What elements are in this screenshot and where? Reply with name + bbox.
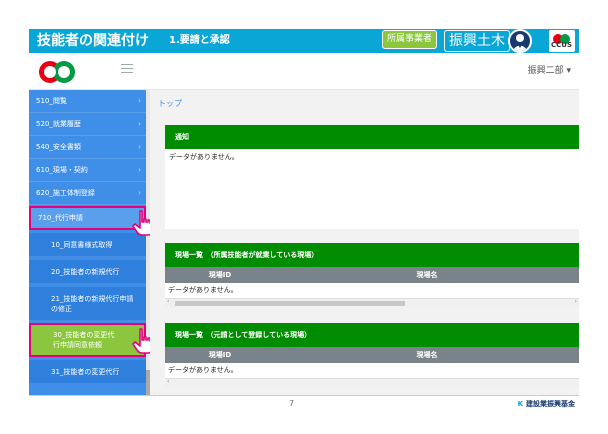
- slide-footer: 7 K 建設業振興基金: [29, 395, 579, 412]
- sidebar-item-label: 610_現場・契約: [36, 166, 88, 174]
- chevron-right-icon: ›: [138, 97, 141, 105]
- chevron-right-icon: ›: [138, 166, 141, 174]
- foundation-name: 建設業振興基金: [526, 400, 575, 408]
- sidebar-subitem-31[interactable]: 31_技能者の変更代行: [29, 360, 146, 384]
- worker-avatar-icon: [508, 29, 532, 53]
- sidebar-subitem-label: 31_技能者の変更代行: [51, 367, 120, 376]
- affiliation-name: 振興土木: [444, 30, 510, 52]
- sidebar-subitem-21[interactable]: 21_技能者の新規代行申請の修正: [29, 287, 146, 321]
- notice-empty-text: データがありません。: [169, 153, 239, 161]
- page: 技能者の関連付け 1.要請と承認 所属事業者 振興土木 CCUS 振興二部 ▾ …: [0, 0, 608, 434]
- chevron-right-icon: ›: [138, 143, 141, 151]
- sidebar-item-620[interactable]: 620_施工体制登録 ›: [29, 182, 146, 205]
- scroll-left-icon[interactable]: ‹: [167, 298, 169, 305]
- sidebar-item-540[interactable]: 540_安全書類 ›: [29, 136, 146, 159]
- scroll-right-icon[interactable]: ›: [575, 298, 577, 305]
- scroll-left-icon[interactable]: ‹: [167, 378, 169, 385]
- sites-employed-title: 現場一覧 （所属技能者が就業している現場）: [165, 243, 579, 267]
- sidebar-subitem-label: 30_技能者の変更代行申請同意依頼: [53, 331, 115, 349]
- slide-banner: 技能者の関連付け 1.要請と承認 所属事業者 振興土木 CCUS: [29, 29, 579, 53]
- sidebar-item-label: 710_代行申請: [38, 214, 83, 222]
- main-content: トップ 通知 データがありません。 現場一覧 （所属技能者が就業している現場） …: [150, 90, 579, 395]
- banner-subtitle: 1.要請と承認: [169, 35, 230, 46]
- ccus-text: CCUS: [551, 41, 572, 49]
- column-header-site-name[interactable]: 現場名: [275, 347, 579, 363]
- sidebar-item-label: 520_就業履歴: [36, 120, 81, 128]
- sites-prime-panel: 現場一覧 （元請として登録している現場） 現場ID 現場名 データがありません。…: [165, 323, 579, 387]
- hscroll-thumb[interactable]: [175, 301, 405, 306]
- sites-prime-empty-text: データがありません。: [168, 366, 238, 374]
- sidebar-subitem-20[interactable]: 20_技能者の新規代行: [29, 260, 146, 284]
- sidebar-item-label: 510_閲覧: [36, 97, 67, 105]
- affiliation-tag: 所属事業者: [382, 30, 438, 49]
- ccus-logo: CCUS: [549, 30, 575, 52]
- app-header: 振興二部 ▾: [29, 53, 579, 90]
- sidebar-subitem-label: 20_技能者の新規代行: [51, 267, 120, 276]
- sites-prime-table-header: 現場ID 現場名: [165, 347, 579, 363]
- sidebar-subitem-label: 10_同意書様式取得: [51, 240, 113, 249]
- banner-title: 技能者の関連付け: [37, 33, 149, 49]
- sites-prime-hscroll[interactable]: ‹: [165, 378, 579, 387]
- sites-employed-panel: 現場一覧 （所属技能者が就業している現場） 現場ID 現場名 データがありません…: [165, 243, 579, 307]
- chevron-right-icon: ›: [138, 189, 141, 197]
- column-header-site-id[interactable]: 現場ID: [165, 347, 275, 363]
- sites-employed-hscroll[interactable]: ‹ ›: [165, 298, 579, 307]
- sidebar-item-510[interactable]: 510_閲覧 ›: [29, 90, 146, 113]
- sidebar-item-label: 540_安全書類: [36, 143, 81, 151]
- sidebar-item-520[interactable]: 520_就業履歴 ›: [29, 113, 146, 136]
- ccus-app-logo[interactable]: [37, 59, 79, 85]
- breadcrumb[interactable]: トップ: [158, 98, 182, 109]
- sidebar-item-label: 620_施工体制登録: [36, 189, 95, 197]
- foundation-mark-icon: K: [517, 400, 523, 408]
- column-header-site-name[interactable]: 現場名: [275, 267, 579, 283]
- notice-panel: 通知 データがありません。: [165, 125, 579, 229]
- sites-prime-title: 現場一覧 （元請として登録している現場）: [165, 323, 579, 347]
- column-header-site-id[interactable]: 現場ID: [165, 267, 275, 283]
- notice-panel-title: 通知: [165, 125, 579, 149]
- sites-employed-table-header: 現場ID 現場名: [165, 267, 579, 283]
- menu-toggle-icon[interactable]: [121, 64, 133, 76]
- chevron-right-icon: ›: [138, 120, 141, 128]
- user-menu-dropdown[interactable]: 振興二部 ▾: [528, 65, 571, 77]
- sidebar-item-610[interactable]: 610_現場・契約 ›: [29, 159, 146, 182]
- sidebar-subitem-label: 21_技能者の新規代行申請の修正: [51, 294, 134, 313]
- sites-employed-empty-text: データがありません。: [168, 286, 238, 294]
- foundation-logo: K 建設業振興基金: [518, 399, 575, 409]
- page-number: 7: [289, 399, 295, 408]
